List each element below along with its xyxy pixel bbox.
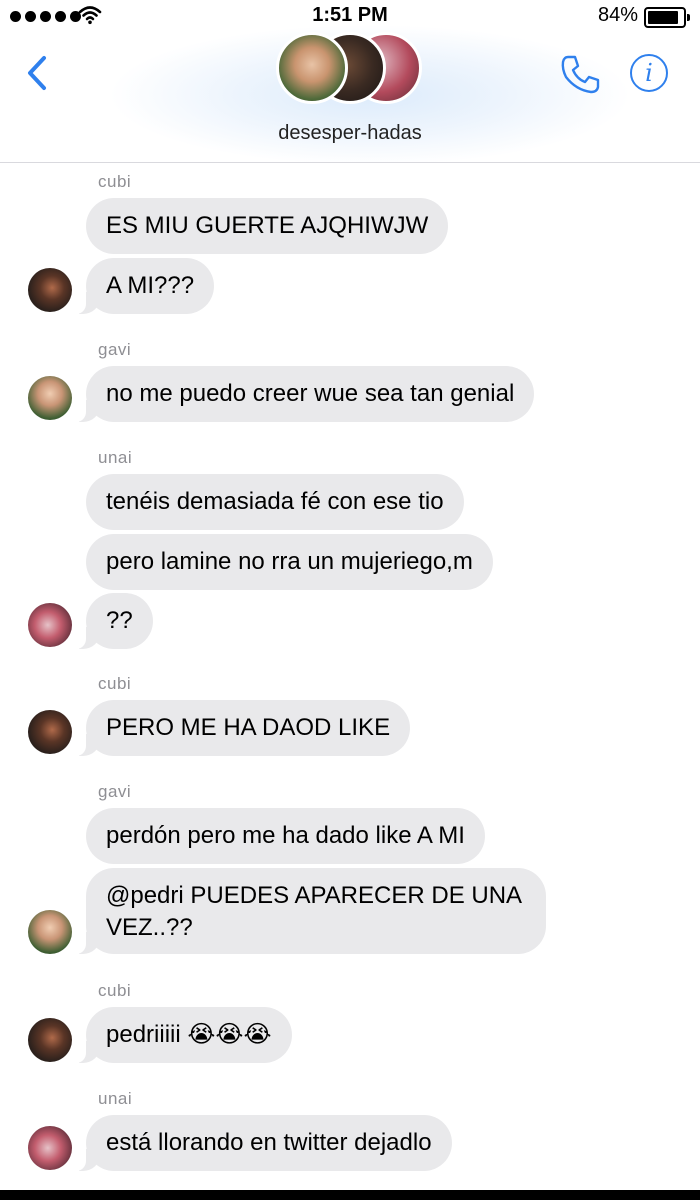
sender-label: cubi [98,981,132,1000]
avatar[interactable] [28,910,72,954]
battery-percentage: 84% [597,4,638,26]
conversation-header: 1:51 PM 84% desesper-hadas i [0,0,700,163]
sender-label: cubi [98,172,132,191]
status-time: 1:51 PM [312,4,388,26]
group-avatars[interactable] [274,32,434,108]
message-bubble[interactable]: @pedri PUEDES APARECER DE UNA VEZ..?? [76,868,546,954]
message-text: pero lamine no rra un mujeriego,m [106,548,473,575]
message-bubble[interactable]: perdón pero me ha dado like A MI [86,808,485,864]
message-bubble[interactable]: tenéis demasiada fé con ese tio [86,474,464,530]
avatar[interactable] [28,268,72,312]
message-bubble[interactable]: ES MIU GUERTE AJQHIWJW [86,198,449,254]
message-bubble[interactable]: PERO ME HA DAOD LIKE [75,700,411,756]
message-text: @pedri PUEDES APARECER DE UNA VEZ..?? [106,882,521,941]
message-bubble[interactable]: ?? [76,593,153,649]
sender-label: unai [98,1089,133,1108]
avatar [276,32,348,104]
message-text: está llorando en twitter dejadlo [106,1129,432,1156]
message-text: perdón pero me ha dado like A MI [106,822,465,849]
sender-label: unai [98,448,133,467]
avatar[interactable] [28,710,72,754]
message-bubble[interactable]: no me puedo creer wue sea tan genial [75,366,535,422]
battery-icon [644,7,690,28]
message-text: tenéis demasiada fé con ese tio [106,488,444,515]
avatar[interactable] [28,1018,72,1062]
message-bubble[interactable]: está llorando en twitter dejadlo [76,1115,452,1171]
message-bubble[interactable]: pero lamine no rra un mujeriego,m [86,534,493,590]
info-icon[interactable]: i [630,54,668,92]
avatar[interactable] [28,603,72,647]
bottom-edge [0,1190,700,1200]
status-bar: 1:51 PM 84% [0,0,700,34]
sender-label: gavi [98,782,132,801]
avatar[interactable] [28,1126,72,1170]
message-text: PERO ME HA DAOD LIKE [106,714,391,741]
sender-label: cubi [98,674,132,693]
message-bubble[interactable]: A MI??? [75,258,215,314]
message-text: ?? [106,607,133,634]
message-text: A MI??? [106,272,195,299]
avatar[interactable] [28,376,72,420]
message-text: pedriiiii 😭😭😭 [106,1021,272,1048]
sender-label: gavi [98,340,132,359]
message-bubble[interactable]: pedriiiii 😭😭😭 [76,1007,292,1063]
chevron-left-icon[interactable] [22,52,52,96]
message-text: ES MIU GUERTE AJQHIWJW [106,212,429,239]
message-text: no me puedo creer wue sea tan genial [106,380,515,407]
group-name[interactable]: desesper-hadas [0,122,700,145]
phone-icon[interactable] [558,52,602,96]
